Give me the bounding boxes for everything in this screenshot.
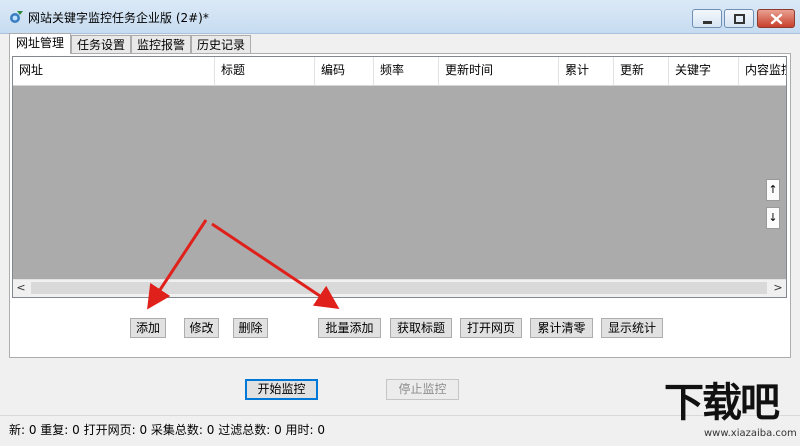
tab-history[interactable]: 历史记录 (191, 35, 251, 53)
fetch-title-button[interactable]: 获取标题 (390, 318, 452, 338)
scroll-right-icon[interactable]: > (770, 280, 786, 296)
scrollbar-thumb[interactable] (31, 282, 767, 294)
show-stats-button[interactable]: 显示统计 (601, 318, 663, 338)
column-header-title[interactable]: 标题 (215, 57, 315, 85)
app-icon (8, 9, 24, 25)
scroll-left-icon[interactable]: < (13, 280, 29, 296)
reset-total-button[interactable]: 累计清零 (530, 318, 593, 338)
tab-url-management[interactable]: 网址管理 (9, 33, 71, 54)
status-text: 新: 0 重复: 0 打开网页: 0 采集总数: 0 过滤总数: 0 用时: 0 (9, 423, 326, 437)
minimize-button[interactable] (692, 9, 722, 28)
watermark-url: www.xiazaiba.com (704, 428, 797, 439)
tab-monitor-alerts[interactable]: 监控报警 (131, 35, 191, 53)
maximize-icon (734, 14, 745, 24)
move-up-button[interactable]: ↑ (766, 179, 780, 201)
stop-monitor-button[interactable]: 停止监控 (386, 379, 459, 400)
window-title: 网站关键字监控任务企业版 (2#)* (28, 11, 209, 25)
delete-button[interactable]: 删除 (233, 318, 268, 338)
grid-header: 网址 标题 编码 频率 更新时间 累计 更新 关键字 内容监控 (13, 57, 786, 86)
column-header-content-monitor[interactable]: 内容监控 (739, 57, 786, 85)
column-header-keyword[interactable]: 关键字 (669, 57, 739, 85)
column-header-encoding[interactable]: 编码 (315, 57, 374, 85)
column-header-update-time[interactable]: 更新时间 (439, 57, 559, 85)
close-icon (770, 13, 783, 25)
watermark-title: 下载吧 (664, 380, 780, 426)
minimize-icon (703, 21, 712, 24)
column-header-updated[interactable]: 更新 (614, 57, 669, 85)
close-button[interactable] (757, 9, 795, 28)
url-grid[interactable]: 网址 标题 编码 频率 更新时间 累计 更新 关键字 内容监控 < > (12, 56, 787, 298)
maximize-button[interactable] (724, 9, 754, 28)
horizontal-scrollbar[interactable]: < > (13, 279, 786, 297)
start-monitor-button[interactable]: 开始监控 (245, 379, 318, 400)
open-page-button[interactable]: 打开网页 (460, 318, 522, 338)
watermark-logo: 下载吧 www.xiazaiba.com (664, 378, 800, 445)
edit-button[interactable]: 修改 (184, 318, 219, 338)
move-down-button[interactable]: ↓ (766, 207, 780, 229)
batch-add-button[interactable]: 批量添加 (318, 318, 381, 338)
add-button[interactable]: 添加 (130, 318, 166, 338)
title-bar[interactable]: 网站关键字监控任务企业版 (2#)* (0, 0, 800, 34)
column-header-url[interactable]: 网址 (13, 57, 215, 85)
column-header-total[interactable]: 累计 (559, 57, 614, 85)
tab-task-settings[interactable]: 任务设置 (71, 35, 131, 53)
column-header-frequency[interactable]: 频率 (374, 57, 439, 85)
